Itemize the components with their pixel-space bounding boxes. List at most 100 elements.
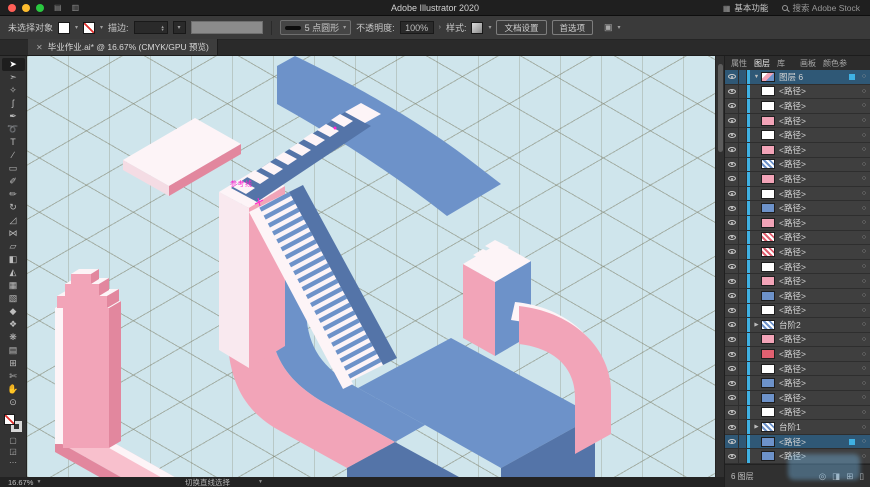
zoom-level-dropdown[interactable]: 16.67%	[8, 478, 33, 487]
stroke-weight-input[interactable]: ▲ ▼	[133, 21, 168, 34]
paintbrush-tool[interactable]: ✐	[2, 175, 25, 188]
layer-row[interactable]: <路径> ○	[725, 128, 870, 143]
zoom-dropdown-icon[interactable]: ▼	[36, 479, 41, 485]
document-tab[interactable]: ✕ 毕业作业.ai* @ 16.67% (CMYK/GPU 预览)	[28, 39, 218, 55]
target-icon[interactable]: ○	[858, 438, 870, 445]
lock-column[interactable]	[739, 201, 747, 215]
visibility-toggle[interactable]	[725, 318, 739, 332]
layer-row[interactable]: <路径> ○	[725, 99, 870, 114]
stepper-icon[interactable]: ▲ ▼	[161, 24, 165, 31]
layer-row[interactable]: ▼ 图层 6 ○	[725, 70, 870, 85]
target-icon[interactable]: ○	[858, 336, 870, 343]
lock-column[interactable]	[739, 405, 747, 420]
layer-row[interactable]: <路径> ○	[725, 113, 870, 129]
layer-row[interactable]: <路径> ○	[725, 186, 870, 202]
pencil-tool[interactable]: ✏	[2, 188, 25, 201]
visibility-toggle[interactable]	[725, 186, 739, 201]
lock-column[interactable]	[739, 259, 747, 274]
lock-column[interactable]	[739, 157, 747, 172]
layer-row[interactable]: <路径> ○	[725, 201, 870, 216]
draw-normal-mode-icon[interactable]: ▢	[9, 435, 17, 446]
blend-tool[interactable]: ❖	[2, 318, 25, 331]
width-profile-dropdown[interactable]	[190, 21, 263, 34]
target-icon[interactable]: ○	[858, 117, 870, 124]
preferences-button[interactable]: 首选项	[551, 20, 594, 35]
pen-tool[interactable]: ✒	[2, 110, 25, 123]
visibility-toggle[interactable]	[725, 142, 739, 157]
target-icon[interactable]: ○	[858, 278, 870, 285]
target-icon[interactable]: ○	[858, 132, 870, 139]
visibility-toggle[interactable]	[725, 274, 739, 288]
document-setup-button[interactable]: 文档设置	[496, 20, 547, 35]
visibility-toggle[interactable]	[725, 230, 739, 245]
visibility-toggle[interactable]	[725, 70, 739, 84]
symbol-sprayer-tool[interactable]: ❋	[2, 331, 25, 344]
target-icon[interactable]: ○	[858, 351, 870, 358]
opacity-panel-chevron[interactable]: ›	[439, 24, 441, 31]
visibility-toggle[interactable]	[725, 361, 739, 376]
style-swatch[interactable]	[471, 21, 484, 34]
grid-icon[interactable]: ▥	[72, 3, 80, 12]
new-layer-icon[interactable]: ⊞	[846, 471, 853, 482]
selection-tool[interactable]: ➤	[1, 58, 25, 71]
make-mask-icon[interactable]: ◨	[832, 471, 840, 482]
lock-column[interactable]	[739, 172, 747, 186]
close-tab-icon[interactable]: ✕	[36, 43, 43, 52]
visibility-toggle[interactable]	[725, 449, 739, 464]
visibility-toggle[interactable]	[725, 420, 739, 434]
lock-column[interactable]	[739, 186, 747, 201]
lock-column[interactable]	[739, 113, 747, 128]
delete-layer-icon[interactable]: ▯	[859, 471, 864, 482]
lock-column[interactable]	[739, 99, 747, 113]
layer-row[interactable]: <路径> ○	[725, 157, 870, 173]
target-icon[interactable]: ○	[858, 88, 870, 95]
layer-row[interactable]: <路径> ○	[725, 434, 870, 450]
target-icon[interactable]: ○	[858, 380, 870, 387]
expand-arrow[interactable]: ▶	[752, 322, 761, 328]
target-icon[interactable]: ○	[858, 73, 870, 80]
layer-row[interactable]: <路径> ○	[725, 303, 870, 319]
stroke-weight-dropdown[interactable]: ▾	[172, 21, 186, 34]
lock-column[interactable]	[739, 420, 747, 434]
align-options-icon[interactable]: ▣	[604, 22, 613, 33]
lock-column[interactable]	[739, 361, 747, 376]
stroke-dropdown-icon[interactable]: ▾	[100, 24, 103, 31]
target-icon[interactable]: ○	[858, 365, 870, 372]
line-segment-tool[interactable]: ∕	[2, 149, 25, 162]
menu-icon[interactable]: ▤	[54, 3, 62, 12]
hand-tool[interactable]: ✋	[2, 383, 25, 396]
target-icon[interactable]: ○	[858, 394, 870, 401]
layer-row[interactable]: <路径> ○	[725, 347, 870, 362]
visibility-toggle[interactable]	[725, 347, 739, 361]
lock-column[interactable]	[739, 288, 747, 303]
rectangle-tool[interactable]: ▭	[2, 162, 25, 175]
lock-column[interactable]	[739, 347, 747, 361]
slice-tool[interactable]: ✄	[2, 370, 25, 383]
target-icon[interactable]: ○	[858, 190, 870, 197]
align-options-dropdown-icon[interactable]: ▾	[618, 24, 621, 31]
layer-row[interactable]: <路径> ○	[725, 259, 870, 275]
magic-wand-tool[interactable]: ✧	[2, 84, 25, 97]
target-icon[interactable]: ○	[858, 234, 870, 241]
lock-column[interactable]	[739, 449, 747, 464]
fill-swatch[interactable]	[58, 21, 71, 34]
target-icon[interactable]: ○	[858, 453, 870, 460]
graph-tool[interactable]: ▤	[2, 344, 25, 357]
vertical-scrollbar-thumb[interactable]	[718, 64, 723, 152]
stock-search[interactable]: 搜索 Adobe Stock	[782, 2, 860, 14]
panel-tab-画板[interactable]: 画板	[800, 58, 816, 69]
zoom-tool[interactable]: ⊙	[2, 396, 25, 409]
lock-column[interactable]	[739, 128, 747, 142]
target-icon[interactable]: ○	[858, 175, 870, 182]
layer-row[interactable]: <路径> ○	[725, 142, 870, 158]
gradient-tool[interactable]: ▧	[2, 292, 25, 305]
visibility-toggle[interactable]	[725, 259, 739, 274]
layer-row[interactable]: <路径> ○	[725, 172, 870, 187]
minimize-window-button[interactable]	[22, 3, 30, 12]
layer-row[interactable]: <路径> ○	[725, 245, 870, 260]
opacity-input[interactable]: 100%	[399, 21, 434, 34]
layer-row[interactable]: <路径> ○	[725, 288, 870, 304]
layer-row[interactable]: <路径> ○	[725, 274, 870, 289]
curvature-tool[interactable]: ➰	[2, 123, 25, 136]
target-icon[interactable]: ○	[858, 307, 870, 314]
